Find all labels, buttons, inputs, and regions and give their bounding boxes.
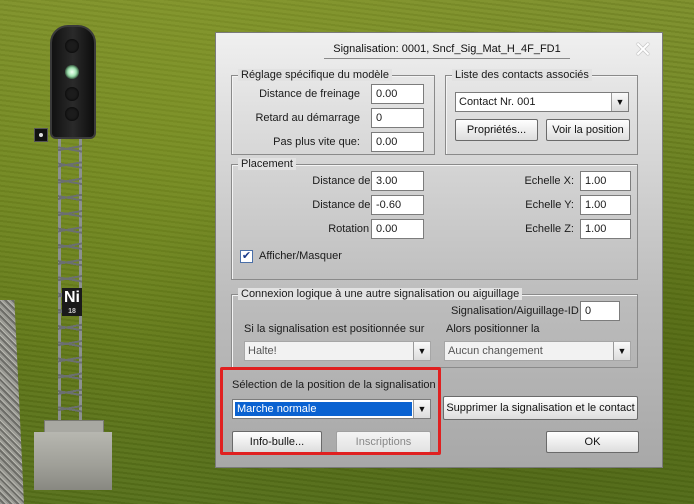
if-position-label: Si la signalisation est positionnée sur [244, 323, 425, 335]
start-delay-field[interactable]: 0 [371, 108, 424, 128]
highlight-box [220, 367, 441, 455]
contacts-legend: Liste des contacts associés [452, 69, 592, 81]
show-hide-label: Afficher/Masquer [259, 250, 342, 262]
start-delay-label: Retard au démarrage [255, 112, 360, 124]
model-settings-legend: Réglage spécifique du modèle [238, 69, 392, 81]
signal-lamp-lit [65, 65, 79, 79]
logic-connection-group: Connexion logique à une autre signalisat… [231, 288, 638, 368]
properties-button[interactable]: Propriétés... [455, 119, 538, 141]
signal-lamp [65, 87, 79, 101]
chevron-down-icon[interactable]: ▼ [413, 342, 430, 360]
ok-button[interactable]: OK [546, 431, 639, 453]
view-position-button[interactable]: Voir la position [546, 119, 630, 141]
then-position-select[interactable]: Aucun changement ▼ [444, 341, 631, 361]
signal-plate [34, 128, 48, 142]
max-speed-label: Pas plus vite que: [273, 136, 360, 148]
if-position-value: Halte! [248, 345, 277, 357]
signal-base [34, 432, 112, 490]
max-speed-field[interactable]: 0.00 [371, 132, 424, 152]
scale-y-label: Echelle Y: [525, 199, 574, 211]
contact-select[interactable]: Contact Nr. 001 ▼ [455, 92, 629, 112]
model-settings-group: Réglage spécifique du modèle Distance de… [231, 69, 435, 155]
signal-id-label: Signalisation/Aiguillage-ID [451, 305, 579, 317]
then-position-label: Alors positionner la [446, 323, 540, 335]
scale-z-label: Echelle Z: [525, 223, 574, 235]
signal-head [50, 25, 96, 139]
signal-id-field[interactable]: 0 [580, 301, 620, 321]
close-icon[interactable]: ✕ [633, 39, 653, 61]
contact-select-value: Contact Nr. 001 [459, 96, 536, 108]
chevron-down-icon[interactable]: ▼ [611, 93, 628, 111]
scale-x-label: Echelle X: [524, 175, 574, 187]
then-position-value: Aucun changement [448, 345, 543, 357]
placement-legend: Placement [238, 158, 296, 170]
scale-x-field[interactable]: 1.00 [580, 171, 631, 191]
scale-y-field[interactable]: 1.00 [580, 195, 631, 215]
mast-sign: Ni 18 [62, 288, 82, 316]
dialog-title: Signalisation: 0001, Sncf_Sig_Mat_H_4F_F… [324, 43, 570, 59]
placement-group: Placement Distance de la 3.00 Distance d… [231, 158, 638, 280]
distance-2-field[interactable]: -0.60 [371, 195, 424, 215]
contacts-group: Liste des contacts associés Contact Nr. … [445, 69, 638, 155]
distance-1-field[interactable]: 3.00 [371, 171, 424, 191]
delete-signal-button[interactable]: Supprimer la signalisation et le contact [443, 396, 638, 420]
rotation-z-field[interactable]: 0.00 [371, 219, 424, 239]
show-hide-checkbox[interactable]: ✔ [240, 250, 253, 263]
scale-z-field[interactable]: 1.00 [580, 219, 631, 239]
braking-distance-field[interactable]: 0.00 [371, 84, 424, 104]
chevron-down-icon[interactable]: ▼ [613, 342, 630, 360]
braking-distance-label: Distance de freinage [259, 88, 360, 100]
logic-connection-legend: Connexion logique à une autre signalisat… [238, 288, 523, 300]
signal-lamp [65, 39, 79, 53]
if-position-select[interactable]: Halte! ▼ [244, 341, 431, 361]
signal-lamp [65, 107, 79, 121]
